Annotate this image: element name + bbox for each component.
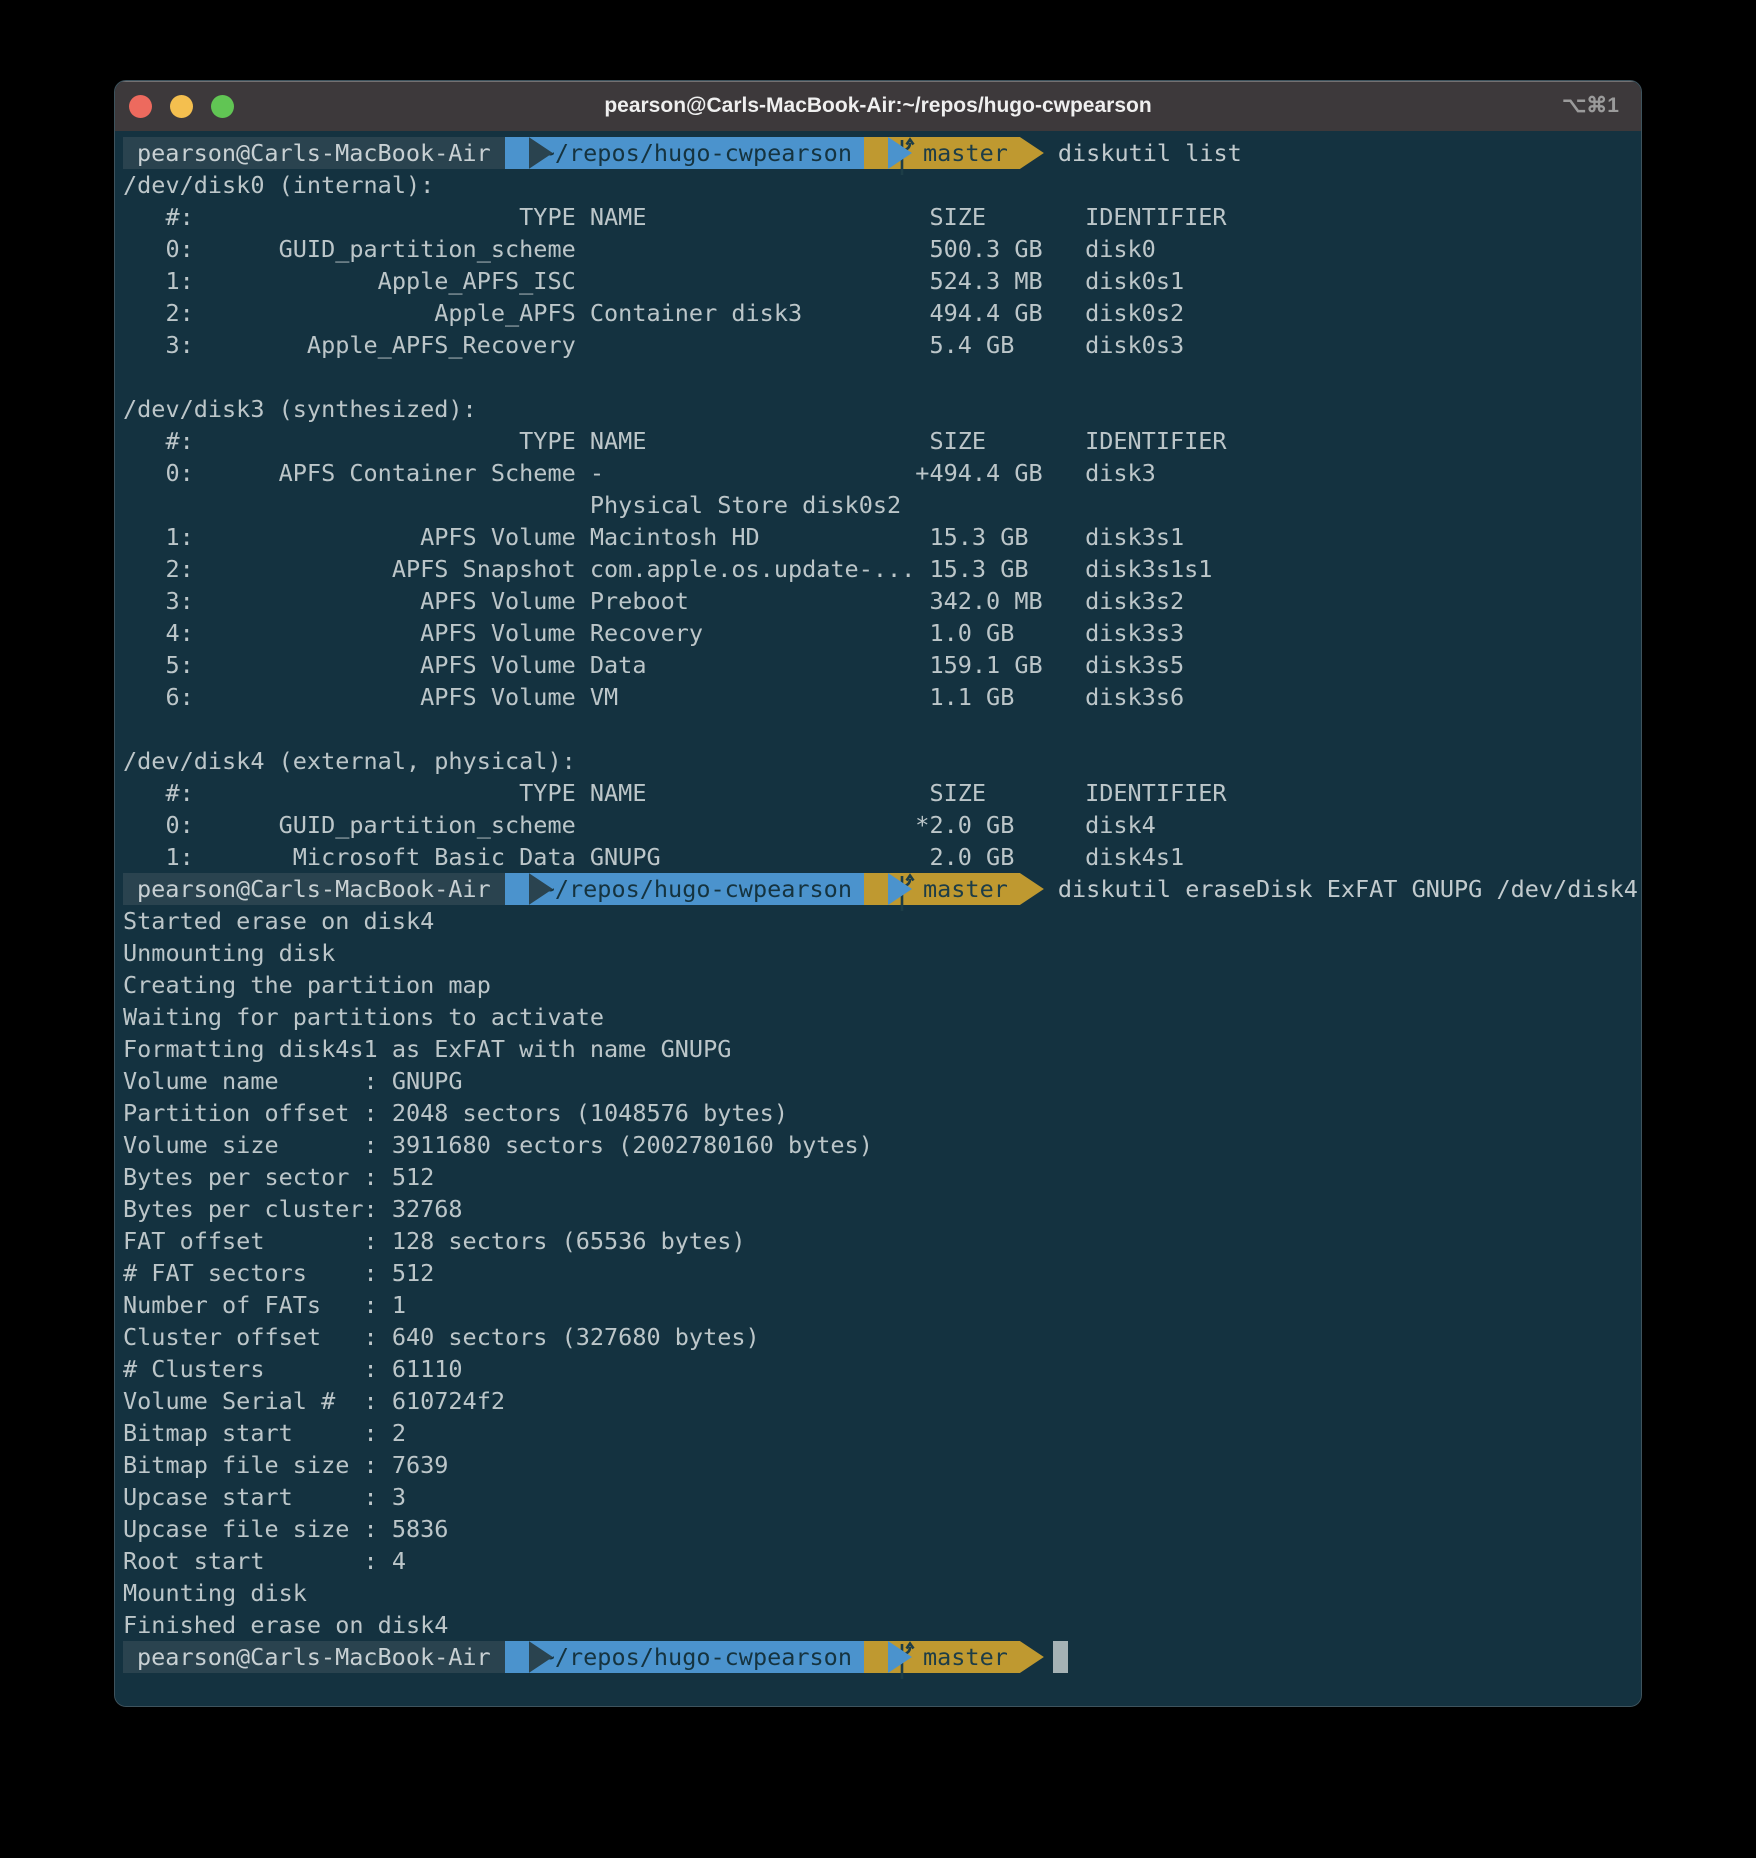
prompt-line-1: pearson@Carls-MacBook-Air ~/repos/hugo-c… [123,137,1633,169]
prompt-path: ~/repos/hugo-cwpearson [529,137,864,169]
prompt-path: ~/repos/hugo-cwpearson [529,1641,864,1673]
window-title: pearson@Carls-MacBook-Air:~/repos/hugo-c… [115,94,1641,118]
command-text: diskutil eraseDisk ExFAT GNUPG /dev/disk… [1044,873,1638,905]
close-button[interactable] [129,95,152,118]
prompt-branch-name: master [923,1641,1008,1673]
prompt-user-host: pearson@Carls-MacBook-Air [123,873,505,905]
erase-disk-output: Started erase on disk4 Unmounting disk C… [123,905,1633,1641]
minimize-button[interactable] [170,95,193,118]
terminal-cursor [1053,1641,1068,1673]
terminal-window: pearson@Carls-MacBook-Air:~/repos/hugo-c… [114,80,1642,1707]
command-text: diskutil list [1044,137,1242,169]
prompt-branch-name: master [923,137,1008,169]
powerline-arrow-icon [1020,137,1044,169]
terminal-content[interactable]: pearson@Carls-MacBook-Air ~/repos/hugo-c… [115,131,1641,1707]
prompt-user-host: pearson@Carls-MacBook-Air [123,137,505,169]
prompt-branch-name: master [923,873,1008,905]
prompt-line-3: pearson@Carls-MacBook-Air ~/repos/hugo-c… [123,1641,1633,1673]
zoom-button[interactable] [211,95,234,118]
diskutil-list-output: /dev/disk0 (internal): #: TYPE NAME SIZE… [123,169,1633,873]
traffic-lights [115,95,234,118]
desktop: pearson@Carls-MacBook-Air:~/repos/hugo-c… [0,0,1756,1858]
titlebar[interactable]: pearson@Carls-MacBook-Air:~/repos/hugo-c… [115,81,1641,131]
prompt-path: ~/repos/hugo-cwpearson [529,873,864,905]
powerline-arrow-icon [1020,873,1044,905]
powerline-arrow-icon [1020,1641,1044,1673]
prompt-user-host: pearson@Carls-MacBook-Air [123,1641,505,1673]
prompt-line-2: pearson@Carls-MacBook-Air ~/repos/hugo-c… [123,873,1633,905]
tab-shortcut-hint: ⌥⌘1 [1562,81,1619,131]
